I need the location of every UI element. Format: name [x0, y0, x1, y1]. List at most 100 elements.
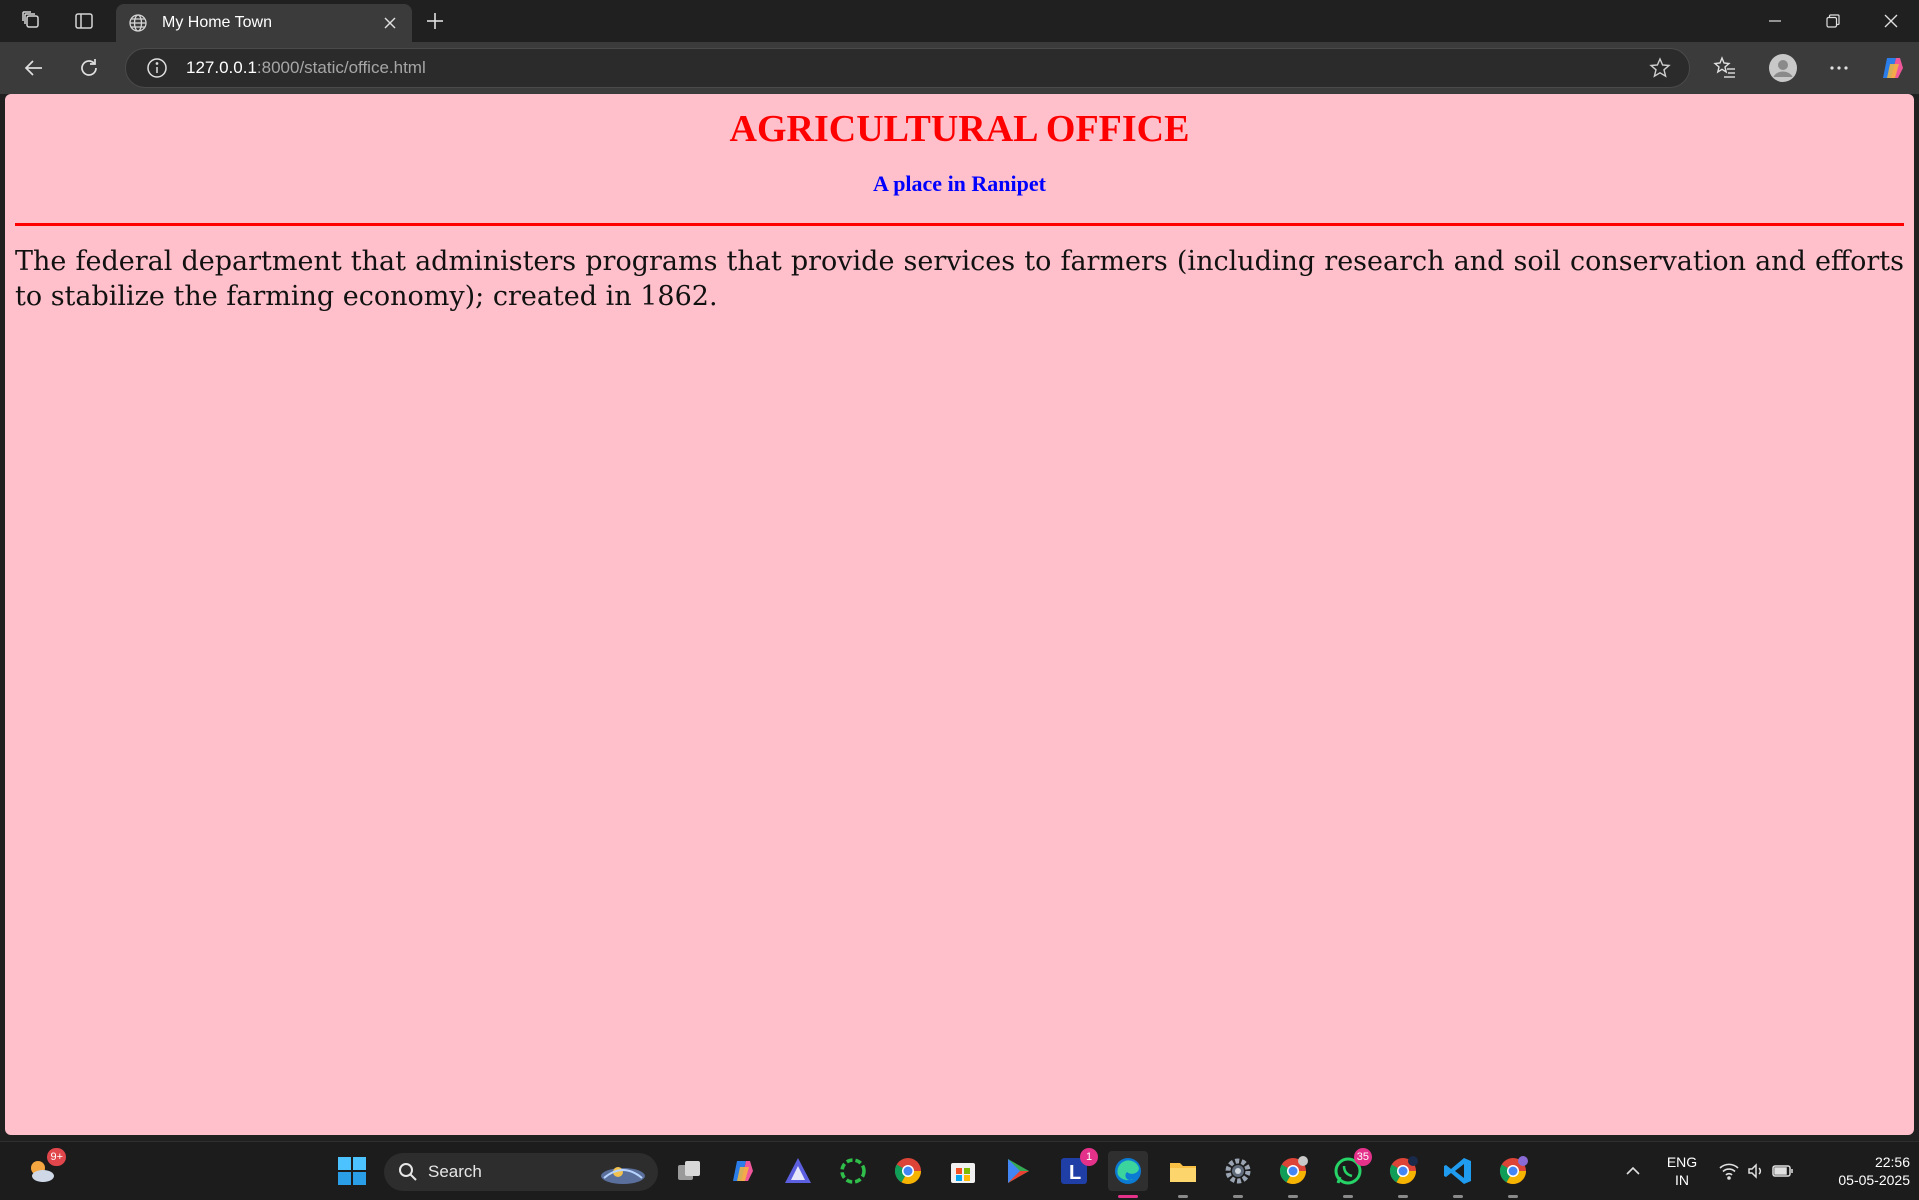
divider [15, 223, 1904, 226]
loading-ring-icon [840, 1158, 866, 1184]
show-hidden-icons-button[interactable] [1613, 1151, 1653, 1191]
favorite-star-icon[interactable] [1649, 57, 1671, 79]
taskbar-app-ring[interactable] [833, 1151, 873, 1191]
weather-widget[interactable]: 9+ [22, 1148, 66, 1191]
restore-icon [1826, 14, 1840, 28]
page-viewport: AGRICULTURAL OFFICE A place in Ranipet T… [5, 94, 1914, 1135]
taskbar-file-explorer[interactable] [1163, 1151, 1203, 1198]
running-indicator [1398, 1195, 1408, 1198]
taskbar-chrome[interactable] [888, 1151, 928, 1191]
refresh-button[interactable] [71, 50, 107, 86]
app-triangle-icon [785, 1158, 811, 1183]
site-info-icon[interactable] [146, 57, 168, 79]
taskbar: 9+ Search L 1 35 ENG IN 22:56 05-05-2025 [0, 1141, 1919, 1200]
page-title: AGRICULTURAL OFFICE [729, 108, 1190, 150]
task-view-icon [678, 1161, 700, 1180]
weather-badge: 9+ [47, 1148, 66, 1166]
chevron-up-icon [1626, 1166, 1640, 1175]
copilot-button[interactable] [1875, 50, 1911, 86]
running-indicator [1178, 1195, 1188, 1198]
running-indicator [1343, 1195, 1353, 1198]
minimize-button[interactable] [1746, 0, 1804, 42]
refresh-icon [81, 59, 97, 76]
chrome-icon [1279, 1156, 1308, 1185]
avatar [1769, 54, 1797, 82]
url-path: :8000/static/office.html [256, 58, 426, 77]
plus-icon [427, 13, 443, 29]
battery-icon [1772, 1165, 1793, 1177]
store-icon [951, 1163, 975, 1183]
active-indicator [1118, 1195, 1138, 1198]
play-icon [1008, 1159, 1029, 1183]
more-dots-icon [1830, 66, 1848, 70]
search-highlight-icon [601, 1167, 645, 1184]
chrome-icon [894, 1158, 922, 1185]
page-subtitle: A place in Ranipet [873, 171, 1046, 196]
running-indicator [1453, 1195, 1463, 1198]
windows-icon [338, 1157, 366, 1185]
region-code: IN [1675, 1172, 1689, 1188]
title-bar: My Home Town [0, 0, 1919, 42]
profile-button[interactable] [1765, 50, 1801, 86]
taskbar-letter-app[interactable]: L 1 [1054, 1148, 1098, 1191]
tab-my-home-town[interactable]: My Home Town [116, 4, 412, 42]
taskbar-store[interactable] [943, 1151, 983, 1191]
browser-toolbar: 127.0.0.1:8000/static/office.html [0, 42, 1919, 94]
tab-actions-icon[interactable] [58, 0, 110, 42]
taskbar-chrome-profile-3[interactable] [1493, 1151, 1533, 1198]
folder-icon [1170, 1163, 1196, 1182]
svg-text:L: L [1069, 1162, 1081, 1184]
restore-button[interactable] [1804, 0, 1862, 42]
description-paragraph: The federal department that administers … [15, 246, 1904, 312]
taskbar-whatsapp[interactable]: 35 [1328, 1148, 1372, 1198]
running-indicator [1508, 1195, 1518, 1198]
language-indicator[interactable]: ENG IN [1660, 1151, 1704, 1191]
new-tab-button[interactable] [418, 4, 452, 38]
search-label: Search [428, 1162, 482, 1181]
taskbar-edge[interactable] [1108, 1151, 1148, 1198]
clock-time: 22:56 [1874, 1154, 1910, 1170]
close-icon [1884, 14, 1898, 28]
whatsapp-badge: 35 [1353, 1148, 1372, 1166]
close-window-button[interactable] [1862, 0, 1919, 42]
arrow-left-icon [24, 60, 42, 76]
search-icon [399, 1163, 417, 1181]
favorites-button[interactable] [1707, 50, 1743, 86]
volume-icon [1748, 1163, 1762, 1179]
chrome-icon [1499, 1156, 1528, 1185]
minimize-icon [1769, 20, 1781, 22]
running-indicator [1233, 1195, 1243, 1198]
workspaces-icon[interactable] [6, 0, 58, 42]
address-bar[interactable]: 127.0.0.1:8000/static/office.html [125, 48, 1690, 88]
copilot-icon [1883, 58, 1903, 78]
taskbar-chrome-profile-1[interactable] [1273, 1151, 1313, 1198]
taskbar-settings[interactable] [1218, 1151, 1258, 1198]
clock-date: 05-05-2025 [1838, 1172, 1910, 1188]
taskbar-chrome-profile-2[interactable] [1383, 1151, 1423, 1198]
start-button[interactable] [332, 1151, 372, 1191]
copilot-icon [733, 1161, 753, 1181]
taskbar-copilot[interactable] [723, 1151, 763, 1191]
favorites-list-icon [1713, 56, 1735, 78]
clock[interactable]: 22:56 05-05-2025 [1810, 1151, 1910, 1191]
taskbar-play[interactable] [998, 1151, 1038, 1191]
close-tab-icon[interactable] [380, 13, 400, 33]
taskbar-search[interactable]: Search [384, 1153, 658, 1191]
chrome-icon [1389, 1156, 1418, 1185]
tab-title: My Home Town [162, 14, 272, 31]
language-code: ENG [1666, 1154, 1698, 1170]
url-host: 127.0.0.1 [186, 58, 257, 77]
more-options-button[interactable] [1821, 50, 1857, 86]
taskbar-vscode[interactable] [1438, 1151, 1478, 1198]
globe-icon [129, 14, 147, 32]
taskbar-app-triangle[interactable] [778, 1151, 818, 1191]
edge-icon [1115, 1158, 1141, 1184]
vscode-icon [1444, 1158, 1471, 1184]
quick-settings-button[interactable] [1712, 1151, 1800, 1191]
task-view-button[interactable] [669, 1151, 709, 1191]
letter-app-badge: 1 [1080, 1148, 1098, 1166]
wifi-icon [1719, 1163, 1739, 1180]
gear-icon [1225, 1158, 1251, 1184]
back-button[interactable] [16, 50, 52, 86]
running-indicator [1288, 1195, 1298, 1198]
